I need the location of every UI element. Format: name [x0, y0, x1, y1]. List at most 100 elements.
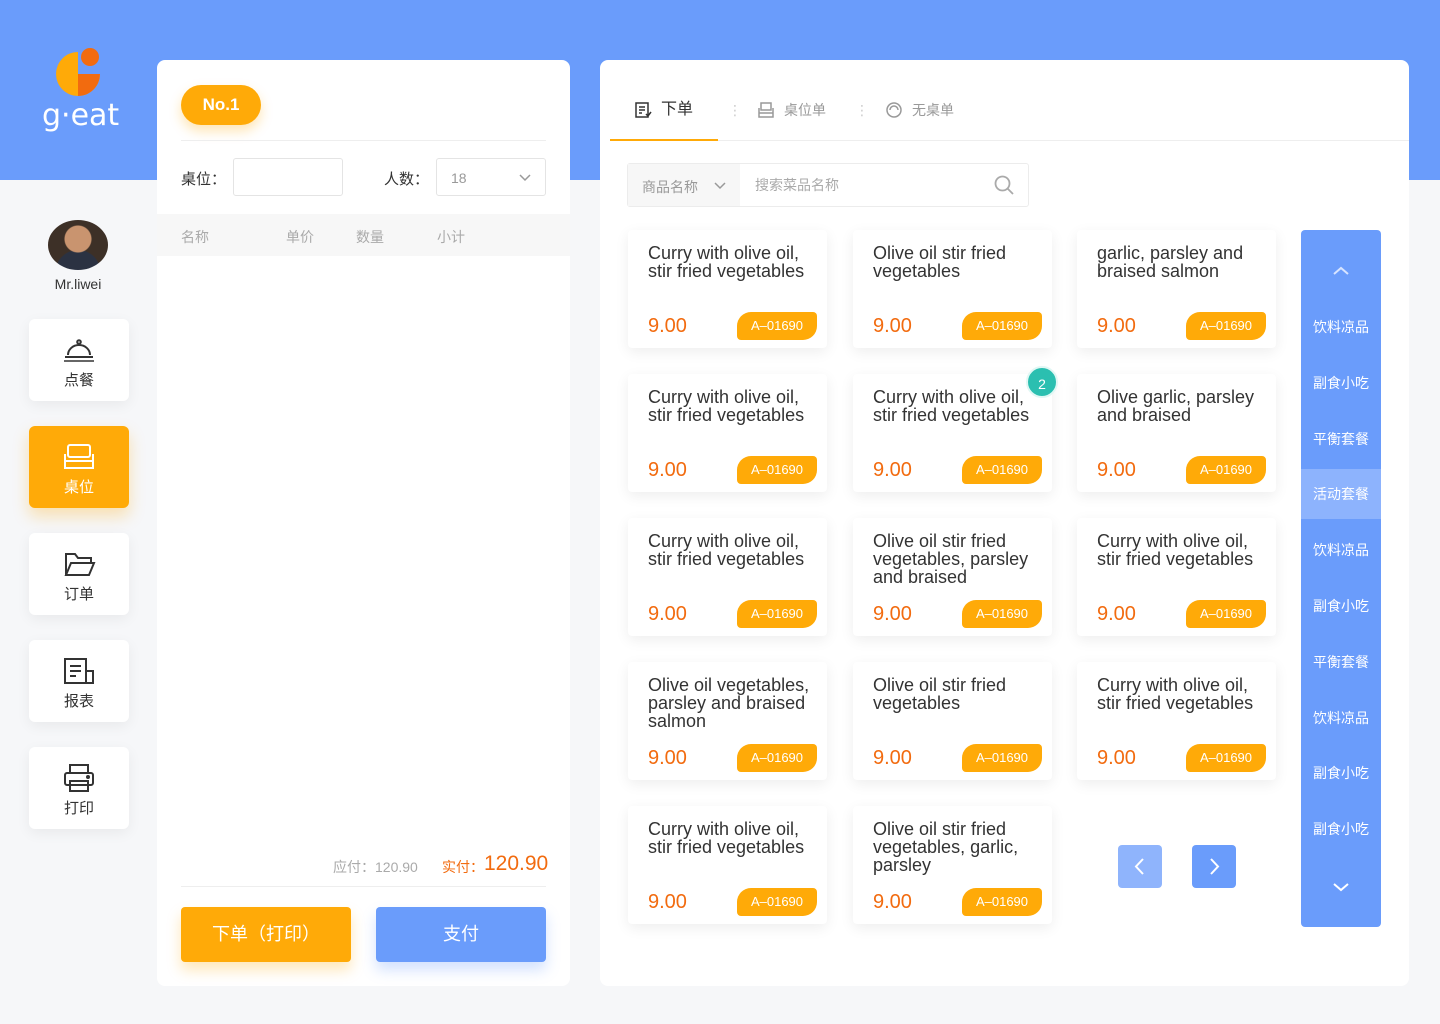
product-price: 9.00: [1097, 603, 1136, 625]
category-item[interactable]: 副食小吃: [1301, 358, 1381, 408]
amount-paid-label: 实付：: [442, 859, 484, 875]
tab-separator: ⋮: [855, 102, 869, 118]
seat-label: 桌位：: [181, 171, 227, 188]
nav-label-orders: 订单: [63, 586, 94, 603]
nav-item-order[interactable]: 点餐: [29, 319, 129, 401]
nav-label-order: 点餐: [63, 372, 94, 389]
product-code-badge: A–01690: [1186, 456, 1266, 484]
product-price: 9.00: [873, 747, 912, 769]
product-price: 9.00: [648, 891, 687, 913]
circle-icon: [886, 102, 902, 118]
product-code-badge: A–01690: [962, 744, 1042, 772]
product-card[interactable]: Curry with olive oil, stir fried vegetab…: [628, 230, 827, 348]
category-item[interactable]: 平衡套餐: [1301, 637, 1381, 687]
order-panel: No.1 桌位： 人数： 18 名称 单价 数量 小计 应付：120.90 实付…: [157, 60, 570, 986]
search-input[interactable]: [740, 164, 988, 206]
product-card[interactable]: Olive oil vegetables, parsley and braise…: [628, 662, 827, 780]
product-price: 9.00: [1097, 459, 1136, 481]
order-icon: [635, 102, 652, 118]
category-item[interactable]: 饮料凉品: [1301, 693, 1381, 743]
product-name: Curry with olive oil, stir fried vegetab…: [648, 387, 805, 425]
next-page-button[interactable]: [1192, 845, 1236, 888]
table-icon: [758, 102, 774, 118]
order-number-badge: No.1: [181, 85, 261, 125]
scroll-up-icon[interactable]: [1332, 262, 1350, 280]
product-card[interactable]: Curry with olive oil, stir fried vegetab…: [1077, 518, 1276, 636]
product-code-badge: A–01690: [1186, 600, 1266, 628]
order-table-header: 名称 单价 数量 小计: [157, 214, 570, 256]
product-card[interactable]: Curry with olive oil, stir fried vegetab…: [628, 518, 827, 636]
printer-icon: [64, 764, 94, 792]
search-bar: 商品名称: [627, 163, 1029, 207]
pay-button[interactable]: 支付: [376, 907, 546, 962]
product-card[interactable]: Curry with olive oil, stir fried vegetab…: [628, 806, 827, 924]
tab-label: 下单: [661, 101, 694, 118]
product-code-badge: A–01690: [737, 312, 817, 340]
tab-separator: ⋮: [728, 102, 742, 118]
product-price: 9.00: [648, 459, 687, 481]
seat-input[interactable]: [233, 158, 343, 196]
column-subtotal: 小计: [437, 229, 465, 245]
product-price: 9.00: [1097, 747, 1136, 769]
product-name: Olive oil stir fried vegetables: [873, 243, 1007, 281]
product-code-badge: A–01690: [1186, 744, 1266, 772]
product-name: Olive oil stir fried vegetables, parsley…: [873, 531, 1029, 587]
prev-page-button[interactable]: [1118, 845, 1162, 888]
product-card[interactable]: Olive garlic, parsley and braised 9.00 A–0…: [1077, 374, 1276, 492]
folder-icon: [64, 553, 96, 576]
nav-label-print: 打印: [63, 800, 94, 817]
product-card[interactable]: Curry with olive oil, stir fried vegetab…: [1077, 662, 1276, 780]
product-price: 9.00: [873, 459, 912, 481]
product-card[interactable]: Olive oil stir fried vegetables, garlic,…: [853, 806, 1052, 924]
product-code-badge: A–01690: [737, 600, 817, 628]
product-card[interactable]: Olive oil stir fried vegetables, parsley…: [853, 518, 1052, 636]
nav-item-orders[interactable]: 订单: [29, 533, 129, 615]
active-tab-indicator: [610, 139, 718, 141]
nav-item-print[interactable]: 打印: [29, 747, 129, 829]
chevron-down-icon: [714, 182, 726, 190]
category-item[interactable]: 饮料凉品: [1301, 302, 1381, 352]
category-item[interactable]: 副食小吃: [1301, 804, 1381, 854]
category-item[interactable]: 副食小吃: [1301, 748, 1381, 798]
search-category-select[interactable]: 商品名称: [628, 164, 740, 206]
product-code-badge: A–01690: [962, 456, 1042, 484]
submit-order-button[interactable]: 下单（打印）: [181, 907, 351, 962]
category-item[interactable]: 饮料凉品: [1301, 525, 1381, 575]
people-select[interactable]: 18: [436, 158, 546, 196]
product-card[interactable]: Curry with olive oil, stir fried vegetab…: [853, 374, 1052, 492]
scroll-down-icon[interactable]: [1332, 878, 1350, 896]
product-price: 9.00: [648, 747, 687, 769]
user-profile[interactable]: Mr.liwei: [28, 220, 128, 292]
category-item[interactable]: 平衡套餐: [1301, 414, 1381, 464]
nav-item-report[interactable]: 报表: [29, 640, 129, 722]
logo-text: g·eat: [42, 98, 120, 133]
seat-icon: [64, 444, 94, 469]
quantity-badge: 2: [1026, 366, 1058, 398]
nav-item-seat[interactable]: 桌位: [29, 426, 129, 508]
category-item[interactable]: 副食小吃: [1301, 581, 1381, 631]
product-name: garlic, parsley and braised salmon: [1097, 243, 1244, 281]
product-name: Curry with olive oil, stir fried vegetab…: [648, 243, 805, 281]
logo-mark-icon: [56, 48, 100, 96]
people-label: 人数：: [384, 171, 430, 188]
amount-due: 应付：120.90: [333, 859, 418, 875]
divider: [181, 886, 546, 887]
avatar[interactable]: [48, 220, 108, 270]
product-price: 9.00: [873, 891, 912, 913]
product-name: Curry with olive oil, stir fried vegetab…: [1097, 531, 1254, 569]
product-code-badge: A–01690: [962, 888, 1042, 916]
search-icon[interactable]: [994, 175, 1014, 195]
product-code-badge: A–01690: [1186, 312, 1266, 340]
product-name: Curry with olive oil, stir fried vegetab…: [873, 387, 1030, 425]
category-rail: 饮料凉品 副食小吃 平衡套餐 活动套餐 饮料凉品 副食小吃 平衡套餐 饮料凉品 副食小吃 副食小吃: [1301, 230, 1381, 927]
tab-label: 无桌单: [912, 102, 954, 118]
product-code-badge: A–01690: [737, 888, 817, 916]
category-item[interactable]: 活动套餐: [1301, 469, 1381, 520]
product-card[interactable]: Olive oil stir fried vegetables 9.00 A–016…: [853, 230, 1052, 348]
report-icon: [64, 658, 94, 684]
column-unit-price: 单价: [286, 229, 314, 245]
product-price: 9.00: [873, 603, 912, 625]
product-card[interactable]: garlic, parsley and braised salmon 9.00 A–…: [1077, 230, 1276, 348]
product-card[interactable]: Curry with olive oil, stir fried vegetab…: [628, 374, 827, 492]
product-card[interactable]: Olive oil stir fried vegetables 9.00 A–016…: [853, 662, 1052, 780]
